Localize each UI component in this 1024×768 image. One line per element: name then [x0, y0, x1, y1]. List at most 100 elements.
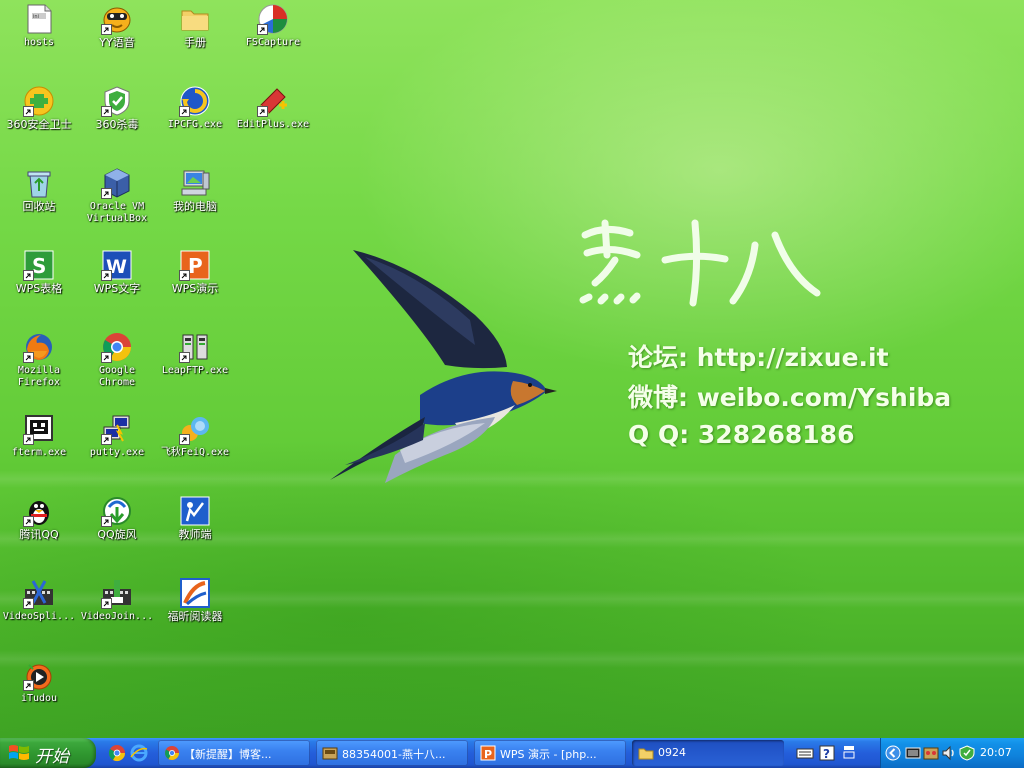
desktop-icon-label: 飞秋FeiQ.exe — [160, 447, 230, 458]
shortcut-arrow-icon — [101, 516, 112, 527]
folder-icon — [638, 748, 654, 760]
desktop-icon-tencent-qq[interactable]: 腾讯QQ — [0, 492, 78, 572]
desktop-icon-label: EditPlus.exe — [236, 119, 310, 130]
desktop-icon-leapftp[interactable]: LeapFTP.exe — [156, 328, 234, 408]
desktop-icon-foxit-reader[interactable]: 福昕阅读器 — [156, 574, 234, 654]
taskbar-item-wps-presentation[interactable]: P WPS 演示 - [php... — [474, 740, 626, 766]
desktop-icon-chrome[interactable]: Google Chrome — [78, 328, 156, 408]
shortcut-arrow-icon — [23, 270, 34, 281]
shortcut-arrow-icon — [257, 106, 268, 117]
start-button-label: 开始 — [35, 747, 69, 767]
shortcut-arrow-icon — [23, 434, 34, 445]
desktop-icon-label: IPCFG.exe — [167, 119, 223, 130]
desktop-icon-label: VideoSpli... — [2, 611, 76, 622]
taskbar-item-app-window[interactable]: 88354001-燕十八... — [316, 740, 468, 766]
desktop-icon-360-security[interactable]: 360安全卫士 — [0, 82, 78, 162]
desktop-icon-yy-voice[interactable]: YY语音 — [78, 0, 156, 80]
shortcut-arrow-icon — [101, 188, 112, 199]
desktop-icon-label: 360安全卫士 — [6, 118, 72, 131]
desktop-icon-fterm[interactable]: fterm.exe — [0, 410, 78, 490]
volume-icon[interactable] — [941, 745, 957, 761]
svg-text:S: S — [32, 254, 46, 278]
desktop-icon-teacher-client[interactable]: 教师端 — [156, 492, 234, 572]
desktop-icon-video-joiner[interactable]: VideoJoin... — [78, 574, 156, 654]
desktop-icon-label: Google Chrome — [98, 365, 136, 388]
quicklaunch-ie-icon[interactable] — [130, 744, 148, 762]
taskbar-item-label: WPS 演示 - [php... — [500, 748, 597, 761]
shortcut-arrow-icon — [101, 270, 112, 281]
teacher-client-icon — [180, 496, 210, 526]
desktop-icon-video-splitter[interactable]: VideoSpli... — [0, 574, 78, 654]
taskbar-item-folder[interactable]: 0924 — [632, 740, 784, 766]
shortcut-arrow-icon — [23, 106, 34, 117]
qq-contact-text: Q Q: 328268186 — [628, 420, 855, 449]
folder-icon — [181, 10, 209, 31]
desktop-icon-recycle-bin[interactable]: 回收站 — [0, 164, 78, 244]
svg-text:ini: ini — [33, 14, 39, 20]
taskbar-item-label: 0924 — [658, 746, 686, 759]
desktop-icon-wps-writer[interactable]: W WPS文字 — [78, 246, 156, 326]
brand-calligraphy — [579, 219, 821, 307]
desktop-icon-putty[interactable]: putty.exe — [78, 410, 156, 490]
my-computer-icon — [181, 170, 210, 196]
shortcut-arrow-icon — [179, 270, 190, 281]
forum-contact-text: 论坛: http://zixue.it — [628, 343, 889, 372]
desktop-icon-label: VideoJoin... — [80, 611, 154, 622]
desktop-icon-feiq[interactable]: 飞秋FeiQ.exe — [156, 410, 234, 490]
desktop-icon-wps-spreadsheet[interactable]: S WPS表格 — [0, 246, 78, 326]
show-hidden-icons-chevron-icon[interactable] — [885, 745, 901, 761]
desktop-icon-label: Oracle VM VirtualBox — [86, 201, 148, 224]
desktop-icon-label: WPS演示 — [171, 282, 219, 295]
desktop-icon-hosts[interactable]: ini hosts — [0, 0, 78, 80]
desktop-icon-qq-whirlwind[interactable]: QQ旋风 — [78, 492, 156, 572]
shortcut-arrow-icon — [101, 598, 112, 609]
shortcut-arrow-icon — [179, 352, 190, 363]
taskbar-item-chrome[interactable]: 【新提醒】博客... — [158, 740, 310, 766]
desktop-icon-label: YY语音 — [99, 36, 135, 49]
quicklaunch-chrome-icon[interactable] — [108, 744, 126, 762]
chrome-icon — [165, 746, 179, 760]
keyboard-icon[interactable] — [796, 744, 814, 762]
shortcut-arrow-icon — [101, 24, 112, 35]
security-shield-icon[interactable] — [959, 745, 975, 761]
desktop-icon-itudou[interactable]: iTudou — [0, 656, 78, 736]
desktop-icon-wps-presentation[interactable]: P WPS演示 — [156, 246, 234, 326]
video-tray-icon[interactable] — [905, 745, 921, 761]
shortcut-arrow-icon — [101, 352, 112, 363]
app-window-icon — [322, 747, 338, 760]
desktop-icon-label: FSCapture — [245, 37, 301, 48]
desktop-icon-label: WPS表格 — [15, 282, 63, 295]
svg-text:P: P — [484, 748, 492, 761]
desktop-icon-ipcfg[interactable]: IPCFG.exe — [156, 82, 234, 162]
desktop-icon-label: Mozilla Firefox — [17, 365, 61, 388]
desktop-icon-manual-folder[interactable]: 手册 — [156, 0, 234, 80]
desktop-icon-virtualbox[interactable]: Oracle VM VirtualBox — [78, 164, 156, 244]
desktop-icon-label: WPS文字 — [93, 282, 141, 295]
desktop-icon-firefox[interactable]: Mozilla Firefox — [0, 328, 78, 408]
shortcut-arrow-icon — [257, 24, 268, 35]
svg-text:?: ? — [823, 747, 830, 761]
start-button[interactable]: 开始 — [0, 738, 96, 768]
taskbar: 开始 【新提醒】博客... 88354001-燕十八... P WPS 演示 -… — [0, 738, 1024, 768]
desktop-icon-label: fterm.exe — [11, 447, 67, 458]
desktop-icon-label: 教师端 — [178, 528, 212, 541]
desktop-icon-editplus[interactable]: EditPlus.exe — [234, 82, 312, 162]
windows-logo-icon — [9, 745, 29, 760]
shortcut-arrow-icon — [179, 106, 190, 117]
language-bar-restore-icon[interactable] — [840, 744, 858, 762]
desktop-icon-label: LeapFTP.exe — [161, 365, 229, 376]
help-icon[interactable]: ? — [818, 744, 836, 762]
svg-text:P: P — [188, 254, 203, 278]
shortcut-arrow-icon — [23, 516, 34, 527]
recycle-bin-icon — [27, 171, 51, 198]
desktop-icon-360-antivirus[interactable]: 360杀毒 — [78, 82, 156, 162]
desktop-icon-my-computer[interactable]: 我的电脑 — [156, 164, 234, 244]
shortcut-arrow-icon — [23, 680, 34, 691]
desktop-icon-fscapture[interactable]: FSCapture — [234, 0, 312, 80]
shortcut-arrow-icon — [23, 352, 34, 363]
desktop-icon-label: 腾讯QQ — [19, 528, 59, 541]
swallow-bird-image — [330, 250, 557, 483]
taskbar-item-label: 88354001-燕十八... — [342, 748, 446, 761]
system-clock[interactable]: 20:07 — [980, 746, 1012, 759]
app-tray-icon[interactable] — [923, 745, 939, 761]
